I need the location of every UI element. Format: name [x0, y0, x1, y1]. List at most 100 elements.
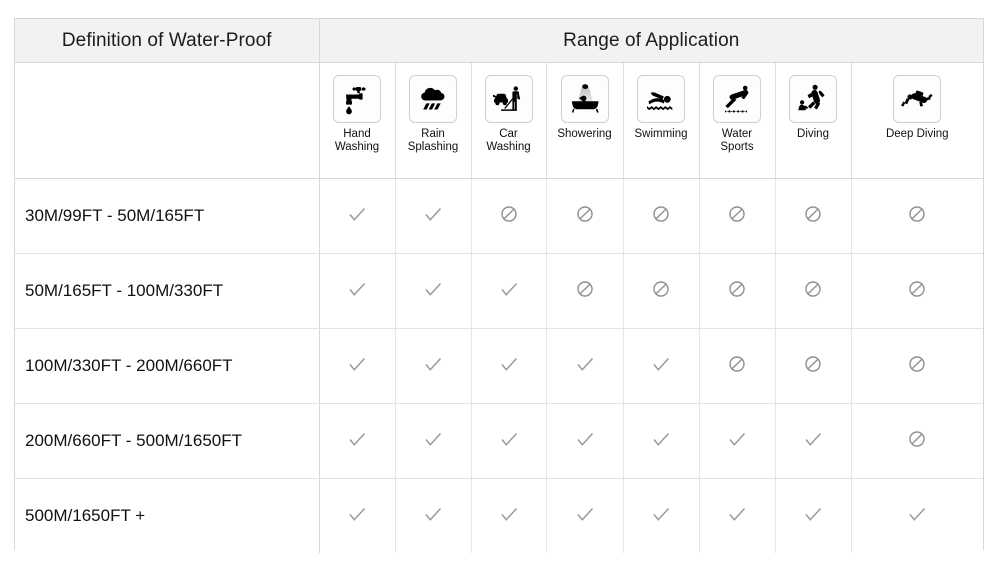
column-label-car-washing: Car Washing — [486, 128, 531, 153]
table-row: 500M/1650FT + — [15, 478, 984, 553]
cell-rain-splashing — [395, 178, 472, 254]
cell-rain-splashing — [395, 478, 472, 553]
cell-diving — [775, 178, 852, 254]
prohibited-icon — [908, 355, 926, 373]
cell-hand-washing — [319, 178, 396, 254]
table-row: 30M/99FT - 50M/165FT — [15, 178, 984, 254]
column-label-deep-diving: Deep Diving — [885, 128, 949, 140]
check-mark-icon — [422, 278, 444, 300]
column-label-swimming: Swimming — [634, 128, 688, 140]
check-mark-icon — [346, 353, 368, 375]
cell-car-washing — [471, 328, 547, 404]
header-definition-of-waterproof: Definition of Water-Proof — [15, 19, 320, 63]
faucet-icon — [333, 75, 381, 123]
check-mark-icon — [422, 428, 444, 450]
cell-hand-washing — [319, 253, 396, 329]
table-row: 200M/660FT - 500M/1650FT — [15, 403, 984, 479]
prohibited-icon — [728, 205, 746, 223]
column-label-water-sports: Water Sports — [720, 128, 754, 153]
cell-car-washing — [471, 178, 547, 254]
cell-car-washing — [471, 253, 547, 329]
swimmer-icon — [637, 75, 685, 123]
table-icon-header-row: Hand Washing Rain Splashing Car Washing … — [15, 62, 984, 179]
check-mark-icon — [422, 503, 444, 525]
column-label-diving: Diving — [797, 128, 829, 140]
prohibited-icon — [908, 280, 926, 298]
check-mark-icon — [726, 428, 748, 450]
column-header-diving: Diving — [775, 62, 852, 179]
header-range-of-application: Range of Application — [319, 19, 984, 63]
check-mark-icon — [574, 353, 596, 375]
check-mark-icon — [574, 428, 596, 450]
water-resistance-table: Definition of Water-Proof Range of Appli… — [14, 18, 984, 553]
cell-showering — [546, 178, 624, 254]
prohibited-icon — [804, 280, 822, 298]
check-mark-icon — [422, 353, 444, 375]
cell-deep-diving — [851, 328, 984, 404]
column-label-showering: Showering — [557, 128, 612, 140]
prohibited-icon — [908, 430, 926, 448]
cell-swimming — [623, 478, 700, 553]
column-label-rain-splashing: Rain Splashing — [407, 128, 459, 153]
cell-water-sports — [699, 178, 776, 254]
check-mark-icon — [650, 428, 672, 450]
cell-hand-washing — [319, 403, 396, 479]
cell-car-washing — [471, 403, 547, 479]
cell-diving — [775, 478, 852, 553]
cell-car-washing — [471, 478, 547, 553]
car-washing-icon — [484, 75, 533, 123]
diving-icon — [789, 75, 837, 123]
deep-diving-icon — [893, 75, 942, 123]
shower-icon — [560, 75, 609, 123]
row-label-depth-range: 100M/330FT - 200M/660FT — [15, 328, 320, 404]
check-mark-icon — [498, 428, 520, 450]
check-mark-icon — [498, 353, 520, 375]
cell-rain-splashing — [395, 328, 472, 404]
water-sports-icon — [713, 75, 761, 123]
cell-diving — [775, 403, 852, 479]
cell-diving — [775, 253, 852, 329]
cell-swimming — [623, 403, 700, 479]
table-row: 100M/330FT - 200M/660FT — [15, 328, 984, 404]
cell-swimming — [623, 253, 700, 329]
column-header-deep-diving: Deep Diving — [851, 62, 984, 179]
row-label-depth-range: 500M/1650FT + — [15, 478, 320, 553]
cell-swimming — [623, 328, 700, 404]
check-mark-icon — [574, 503, 596, 525]
check-mark-icon — [346, 203, 368, 225]
check-mark-icon — [650, 353, 672, 375]
row-label-depth-range: 30M/99FT - 50M/165FT — [15, 178, 320, 254]
column-header-hand-washing: Hand Washing — [319, 62, 396, 179]
table-row: 50M/165FT - 100M/330FT — [15, 253, 984, 329]
column-header-swimming: Swimming — [623, 62, 700, 179]
prohibited-icon — [652, 280, 670, 298]
cell-hand-washing — [319, 328, 396, 404]
check-mark-icon — [346, 503, 368, 525]
check-mark-icon — [650, 503, 672, 525]
cell-hand-washing — [319, 478, 396, 553]
check-mark-icon — [802, 503, 824, 525]
cell-water-sports — [699, 478, 776, 553]
column-header-rain-splashing: Rain Splashing — [395, 62, 472, 179]
cell-rain-splashing — [395, 253, 472, 329]
prohibited-icon — [576, 280, 594, 298]
water-resistance-table-page: Definition of Water-Proof Range of Appli… — [0, 0, 1000, 567]
column-header-car-washing: Car Washing — [471, 62, 547, 179]
check-mark-icon — [726, 503, 748, 525]
column-label-hand-washing: Hand Washing — [334, 128, 380, 153]
column-header-water-sports: Water Sports — [699, 62, 776, 179]
cell-deep-diving — [851, 253, 984, 329]
cell-deep-diving — [851, 403, 984, 479]
check-mark-icon — [346, 428, 368, 450]
cell-water-sports — [699, 328, 776, 404]
check-mark-icon — [802, 428, 824, 450]
check-mark-icon — [346, 278, 368, 300]
rain-cloud-icon — [409, 75, 457, 123]
prohibited-icon — [500, 205, 518, 223]
prohibited-icon — [804, 355, 822, 373]
cell-rain-splashing — [395, 403, 472, 479]
cell-showering — [546, 403, 624, 479]
prohibited-icon — [576, 205, 594, 223]
cell-diving — [775, 328, 852, 404]
cell-showering — [546, 478, 624, 553]
